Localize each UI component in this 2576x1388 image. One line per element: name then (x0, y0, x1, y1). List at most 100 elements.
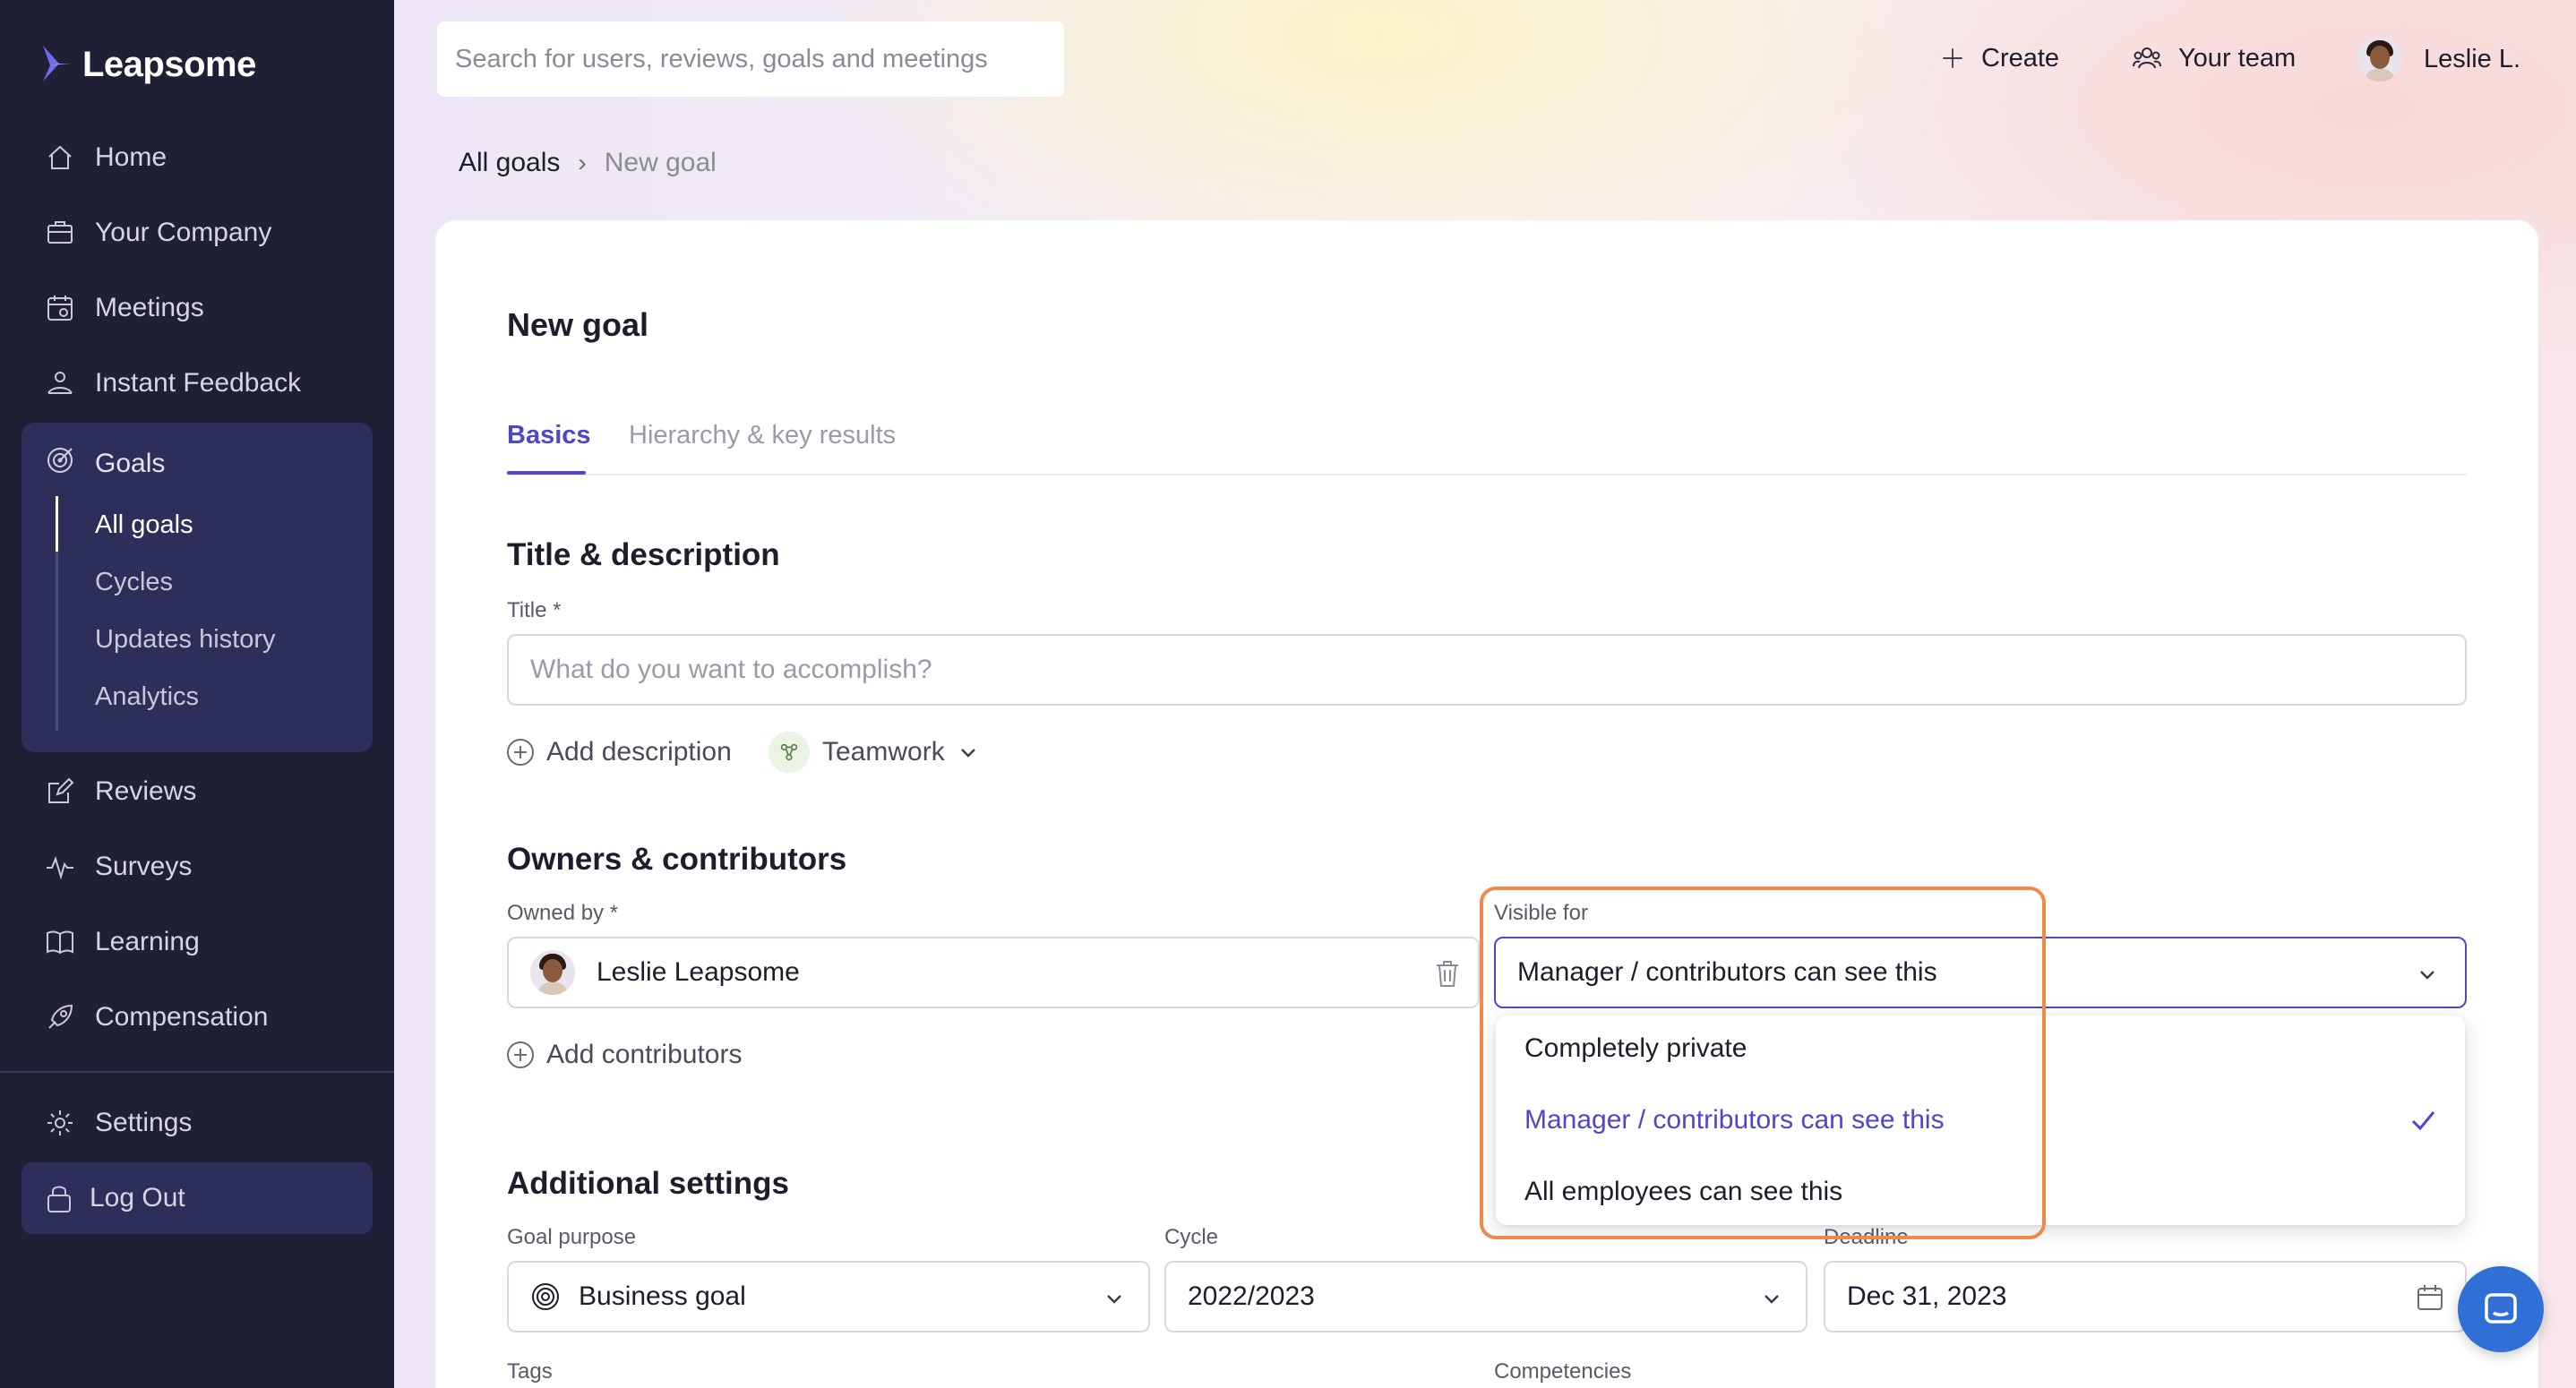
section-title-owners: Owners & contributors (507, 842, 847, 877)
subnav-all-goals[interactable]: All goals (95, 500, 193, 550)
competencies-label: Competencies (1494, 1359, 1632, 1384)
breadcrumb-all-goals[interactable]: All goals (459, 148, 560, 178)
goal-purpose-select[interactable]: Business goal (507, 1261, 1150, 1332)
compensation-icon (45, 1002, 75, 1032)
sidebar-item-goals[interactable]: Goals (45, 437, 165, 491)
goals-nav-group: Goals All goals Cycles Updates history A… (21, 423, 373, 752)
owner-name: Leslie Leapsome (597, 957, 800, 987)
brand-logo[interactable]: Leapsome (39, 39, 256, 90)
tab-basics[interactable]: Basics (507, 421, 591, 457)
visible-for-label: Visible for (1494, 901, 1588, 925)
create-label: Create (1981, 43, 2060, 73)
sidebar-item-label: Home (95, 142, 167, 172)
calendar-icon[interactable] (2415, 1282, 2445, 1313)
page-title: New goal (507, 306, 649, 343)
add-description-label: Add description (546, 737, 732, 767)
chevron-down-icon (1765, 1295, 1779, 1304)
option-completely-private[interactable]: Completely private (1524, 1026, 1747, 1071)
visibility-dropdown-menu: Completely private Manager / contributor… (1496, 1015, 2465, 1225)
user-menu[interactable]: Leslie L. (2357, 34, 2520, 84)
sidebar-item-label: Instant Feedback (95, 368, 302, 398)
visibility-value: Manager / contributors can see this (1517, 957, 1937, 987)
sidebar-item-label: Learning (95, 927, 200, 956)
section-title-additional: Additional settings (507, 1166, 789, 1201)
sidebar-item-home[interactable]: Home (21, 127, 373, 188)
add-circle-icon (507, 1041, 534, 1068)
subnav-active-indicator (56, 496, 58, 552)
cycle-label: Cycle (1164, 1225, 1219, 1249)
sidebar-item-label: Surveys (95, 852, 193, 881)
add-circle-icon (507, 739, 534, 766)
your-team-label: Your team (2178, 43, 2297, 73)
tab-hierarchy[interactable]: Hierarchy & key results (629, 421, 896, 457)
trash-icon[interactable] (1433, 958, 1462, 989)
chevron-down-icon (960, 749, 975, 758)
sidebar-item-label: Compensation (95, 1002, 269, 1032)
sidebar-item-label: Meetings (95, 293, 204, 322)
sidebar-divider (0, 1071, 394, 1073)
goal-purpose-label: Goal purpose (507, 1225, 637, 1249)
company-icon (45, 218, 75, 248)
plus-icon (1943, 48, 1962, 68)
title-label: Title * (507, 598, 562, 622)
sidebar: Leapsome Home Your Company Meetings Inst… (0, 0, 394, 1388)
checkmark-icon (2411, 1111, 2435, 1131)
option-manager-contributors[interactable]: Manager / contributors can see this (1524, 1098, 1945, 1143)
sidebar-item-surveys[interactable]: Surveys (21, 836, 373, 897)
feedback-icon (45, 368, 75, 398)
cycle-select[interactable]: 2022/2023 (1164, 1261, 1807, 1332)
add-contributors-button[interactable]: Add contributors (507, 1035, 742, 1075)
chat-button[interactable] (2458, 1266, 2544, 1352)
add-description-button[interactable]: Add description (507, 733, 732, 772)
sidebar-item-reviews[interactable]: Reviews (21, 761, 373, 822)
logout-button[interactable]: Log Out (21, 1162, 373, 1234)
title-input[interactable]: What do you want to accomplish? (507, 634, 2467, 706)
tab-active-indicator (507, 471, 586, 475)
sidebar-item-instant-feedback[interactable]: Instant Feedback (21, 353, 373, 414)
subnav-analytics[interactable]: Analytics (95, 672, 199, 722)
learning-icon (45, 927, 75, 957)
cycle-value: 2022/2023 (1188, 1281, 1315, 1311)
owner-field[interactable]: Leslie Leapsome (507, 937, 1480, 1008)
sidebar-item-your-company[interactable]: Your Company (21, 202, 373, 263)
deadline-value: Dec 31, 2023 (1847, 1281, 2007, 1311)
sidebar-item-label: Your Company (95, 218, 272, 247)
team-icon (2133, 47, 2161, 69)
section-title-description: Title & description (507, 537, 780, 572)
category-select[interactable]: Teamwork (769, 732, 979, 773)
sidebar-item-label: Settings (95, 1108, 193, 1137)
create-button[interactable]: Create (1940, 36, 2059, 81)
surveys-icon (45, 852, 75, 882)
avatar (530, 950, 575, 995)
deadline-label: Deadline (1824, 1225, 1909, 1249)
owned-by-label: Owned by * (507, 901, 619, 925)
search-input[interactable]: Search for users, reviews, goals and mee… (437, 21, 1064, 97)
home-icon (45, 142, 75, 173)
visibility-select[interactable]: Manager / contributors can see this (1494, 937, 2467, 1008)
category-label: Teamwork (822, 737, 945, 767)
settings-icon (45, 1108, 75, 1138)
breadcrumb-separator: › (578, 149, 587, 176)
target-icon (532, 1283, 559, 1310)
breadcrumb-current: New goal (604, 148, 717, 177)
your-team-button[interactable]: Your team (2132, 36, 2296, 81)
tab-divider (507, 474, 2467, 476)
add-contributors-label: Add contributors (546, 1040, 743, 1069)
option-all-employees[interactable]: All employees can see this (1524, 1170, 1842, 1214)
logout-label: Log Out (90, 1183, 185, 1212)
sidebar-item-settings[interactable]: Settings (21, 1092, 373, 1153)
breadcrumb: All goals › New goal (459, 143, 717, 183)
meetings-icon (45, 293, 75, 323)
chevron-down-icon (1107, 1295, 1121, 1304)
subnav-updates-history[interactable]: Updates history (95, 614, 276, 664)
sidebar-item-learning[interactable]: Learning (21, 912, 373, 972)
title-placeholder: What do you want to accomplish? (530, 655, 932, 684)
subnav-cycles[interactable]: Cycles (95, 557, 173, 607)
search-placeholder: Search for users, reviews, goals and mee… (455, 44, 988, 73)
sidebar-item-compensation[interactable]: Compensation (21, 987, 373, 1048)
user-name: Leslie L. (2424, 44, 2521, 73)
chat-icon (2485, 1293, 2517, 1324)
sidebar-item-meetings[interactable]: Meetings (21, 278, 373, 338)
tags-label: Tags (507, 1359, 553, 1384)
deadline-input[interactable]: Dec 31, 2023 (1824, 1261, 2467, 1332)
